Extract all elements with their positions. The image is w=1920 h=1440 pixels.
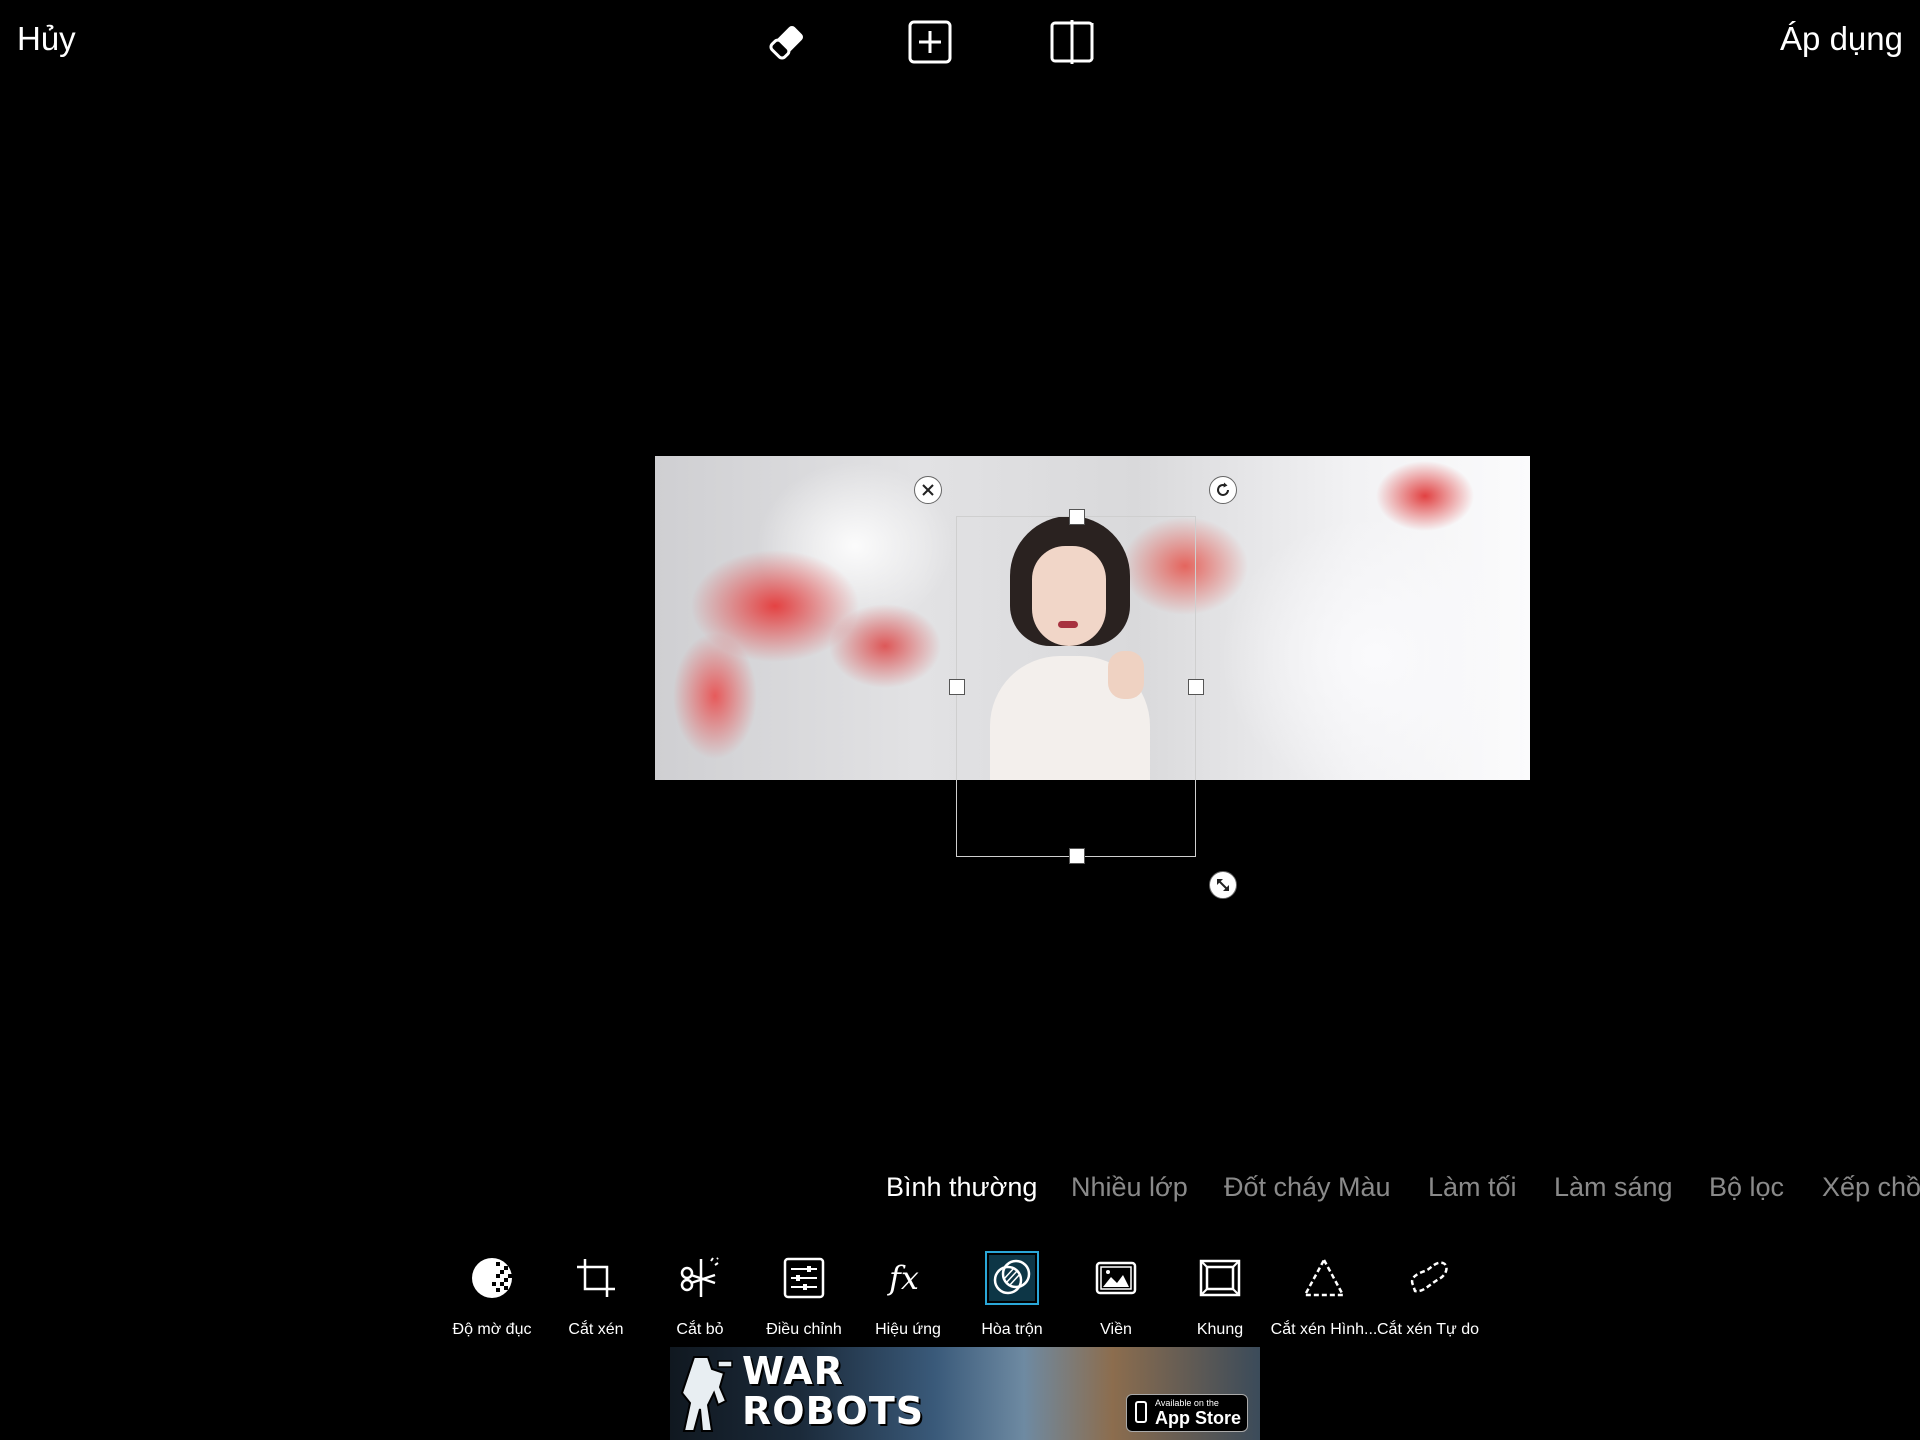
frame-icon — [1199, 1259, 1241, 1297]
shape-crop-icon — [1302, 1257, 1346, 1297]
blend-mode-lighten[interactable]: Làm sáng — [1554, 1172, 1673, 1203]
ad-title-line2: ROBOTS — [742, 1389, 925, 1433]
cancel-button[interactable]: Hủy — [17, 20, 76, 58]
resize-handle-left[interactable] — [949, 679, 965, 695]
blend-icon — [985, 1251, 1039, 1305]
tool-label: Viền — [1100, 1321, 1132, 1338]
tool-label: Hiệu ứng — [875, 1321, 941, 1338]
add-layer-icon[interactable] — [906, 18, 954, 66]
app-store-text: App Store — [1155, 1408, 1242, 1428]
blend-mode-multiply[interactable]: Nhiều lớp — [1071, 1172, 1188, 1203]
scale-layer-button[interactable] — [1209, 871, 1237, 899]
resize-handle-right[interactable] — [1188, 679, 1204, 695]
blend-mode-screen[interactable]: Bộ lọc — [1709, 1172, 1784, 1203]
effects-icon: fx — [887, 1259, 919, 1297]
blend-mode-overlay[interactable]: Xếp chồ — [1822, 1172, 1920, 1203]
tool-label: Cắt xén — [568, 1321, 624, 1338]
tool-label: Cắt bỏ — [676, 1321, 724, 1338]
close-icon — [922, 484, 934, 496]
top-bar: Hủy Áp dụng — [0, 0, 1920, 90]
svg-text:fx: fx — [887, 1259, 919, 1297]
cutout-icon — [680, 1257, 719, 1297]
tool-bar: Độ mờ đục Cắt xén Cắt bỏ Điều chỉnh fx H… — [440, 1251, 1480, 1345]
tool-adjust[interactable]: Điều chỉnh — [752, 1255, 856, 1345]
app-store-badge[interactable]: Available on the App Store — [1126, 1394, 1248, 1432]
tool-opacity[interactable]: Độ mờ đục — [440, 1255, 544, 1345]
opacity-icon — [472, 1258, 512, 1298]
tool-label: Độ mờ đục — [452, 1321, 532, 1338]
delete-layer-button[interactable] — [914, 476, 942, 504]
crop-icon — [577, 1259, 615, 1297]
ad-title-line1: WAR — [742, 1349, 844, 1393]
layer-selection-box[interactable] — [949, 509, 1204, 864]
scale-arrows-icon — [1217, 879, 1229, 891]
tool-effects[interactable]: fx Hiệu ứng — [856, 1255, 960, 1345]
tool-label: Cắt xén Hình... — [1270, 1321, 1378, 1338]
blend-mode-normal[interactable]: Bình thường — [886, 1172, 1037, 1203]
flip-icon[interactable] — [1048, 18, 1096, 66]
rotate-icon — [1217, 482, 1229, 496]
rotate-layer-button[interactable] — [1209, 476, 1237, 504]
tool-free-crop[interactable]: Cắt xén Tự do — [1376, 1255, 1480, 1345]
resize-handle-bottom[interactable] — [1069, 848, 1085, 864]
app-store-small-text: Available on the — [1155, 1398, 1219, 1408]
free-crop-icon — [1410, 1261, 1448, 1293]
blend-mode-color-burn[interactable]: Đốt cháy Màu — [1224, 1172, 1391, 1203]
ad-title: WAR ROBOTS — [742, 1351, 924, 1431]
robot-icon — [680, 1356, 733, 1432]
tool-crop[interactable]: Cắt xén — [544, 1255, 648, 1345]
apply-button[interactable]: Áp dụng — [1780, 20, 1903, 58]
resize-handle-top[interactable] — [1069, 509, 1085, 525]
tool-label: Hòa trộn — [981, 1321, 1043, 1338]
adjust-icon — [783, 1257, 825, 1299]
tool-border[interactable]: Viền — [1064, 1255, 1168, 1345]
tool-shape-crop[interactable]: Cắt xén Hình... — [1271, 1255, 1377, 1345]
tool-label: Điều chỉnh — [766, 1321, 842, 1338]
tool-label: Cắt xén Tự do — [1376, 1321, 1480, 1338]
ad-banner[interactable]: WAR ROBOTS Available on the App Store — [670, 1347, 1260, 1440]
eraser-icon[interactable] — [763, 18, 811, 66]
tool-frame[interactable]: Khung — [1168, 1255, 1272, 1345]
phone-icon — [1135, 1401, 1147, 1423]
blend-mode-list: Bình thường Nhiều lớp Đốt cháy Màu Làm t… — [870, 1168, 1920, 1212]
border-icon — [1095, 1261, 1137, 1295]
tool-cutout[interactable]: Cắt bỏ — [648, 1255, 752, 1345]
tool-label: Khung — [1196, 1321, 1244, 1338]
blend-mode-darken[interactable]: Làm tối — [1428, 1172, 1517, 1203]
tool-blend[interactable]: Hòa trộn — [960, 1251, 1064, 1345]
